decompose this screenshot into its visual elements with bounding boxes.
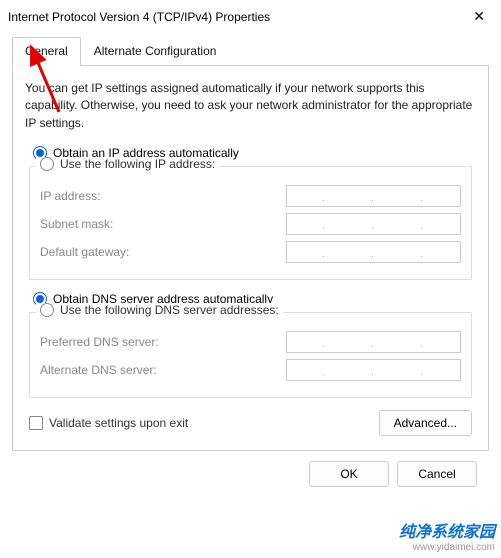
input-ip-address[interactable]: ... bbox=[286, 185, 461, 207]
watermark-text: 纯净系统家园 bbox=[399, 523, 495, 542]
tab-alternate[interactable]: Alternate Configuration bbox=[81, 37, 230, 65]
radio-use-ip-label: Use the following IP address: bbox=[60, 157, 215, 171]
advanced-button[interactable]: Advanced... bbox=[379, 410, 472, 436]
watermark: 纯净系统家园 www.yidaimei.com bbox=[399, 523, 495, 554]
label-ip-address: IP address: bbox=[40, 189, 100, 203]
close-icon[interactable]: ✕ bbox=[469, 8, 489, 25]
description-text: You can get IP settings assigned automat… bbox=[25, 80, 476, 132]
label-preferred-dns: Preferred DNS server: bbox=[40, 335, 159, 349]
input-alternate-dns[interactable]: ... bbox=[286, 359, 461, 381]
label-subnet-mask: Subnet mask: bbox=[40, 217, 113, 231]
window-title: Internet Protocol Version 4 (TCP/IPv4) P… bbox=[8, 10, 270, 24]
label-alternate-dns: Alternate DNS server: bbox=[40, 363, 157, 377]
group-ip-manual: Use the following IP address: IP address… bbox=[29, 166, 472, 280]
checkbox-validate-label: Validate settings upon exit bbox=[49, 416, 188, 430]
tab-panel-general: You can get IP settings assigned automat… bbox=[12, 66, 489, 451]
tab-general[interactable]: General bbox=[12, 37, 81, 66]
checkbox-validate[interactable] bbox=[29, 416, 43, 430]
tab-strip: General Alternate Configuration bbox=[12, 37, 489, 66]
radio-use-dns[interactable] bbox=[40, 303, 54, 317]
ok-button[interactable]: OK bbox=[309, 461, 389, 487]
radio-use-ip[interactable] bbox=[40, 157, 54, 171]
cancel-button[interactable]: Cancel bbox=[397, 461, 477, 487]
group-dns-manual: Use the following DNS server addresses: … bbox=[29, 312, 472, 398]
input-preferred-dns[interactable]: ... bbox=[286, 331, 461, 353]
label-default-gateway: Default gateway: bbox=[40, 245, 129, 259]
input-default-gateway[interactable]: ... bbox=[286, 241, 461, 263]
radio-use-dns-label: Use the following DNS server addresses: bbox=[60, 303, 279, 317]
watermark-url: www.yidaimei.com bbox=[399, 542, 495, 554]
input-subnet-mask[interactable]: ... bbox=[286, 213, 461, 235]
